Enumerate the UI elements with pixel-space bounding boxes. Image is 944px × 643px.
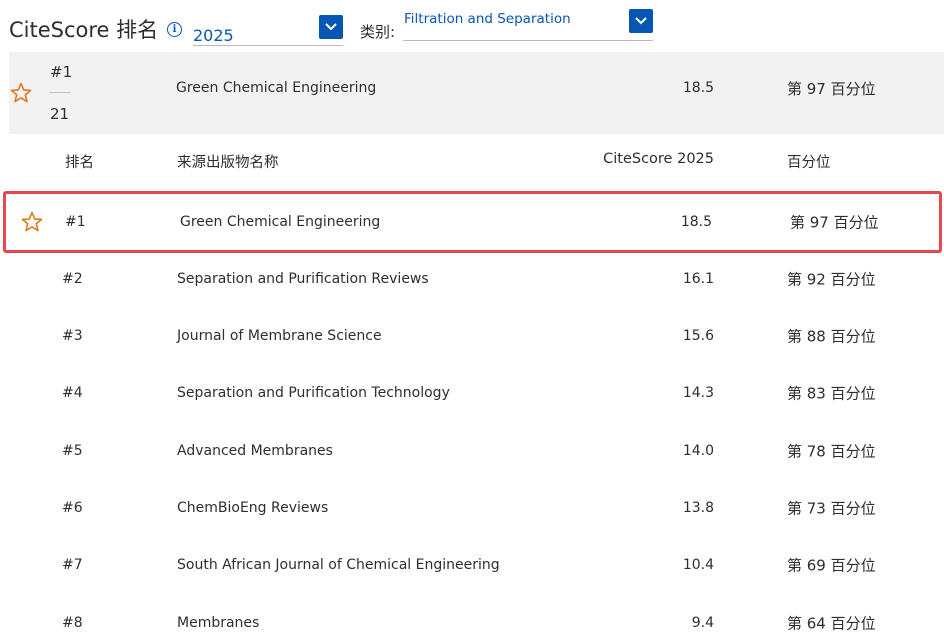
row-percentile: 第 78 百分位 [787,442,876,460]
row-score: 15.6 [682,327,714,344]
row-score: 10.4 [682,556,714,573]
table-row[interactable]: #5 Advanced Membranes 14.0 第 78 百分位 [0,422,944,479]
row-percentile: 第 64 百分位 [787,614,876,632]
row-percentile: 第 97 百分位 [790,213,879,232]
table-row[interactable]: #3 Journal of Membrane Science 15.6 第 88… [0,307,944,364]
summary-percentile: 第 97 百分位 [787,80,876,98]
summary-score: 18.5 [682,80,714,96]
column-header-percentile: 百分位 [787,155,831,171]
table-row[interactable]: #2 Separation and Purification Reviews 1… [0,250,944,307]
row-rank: #5 [62,442,83,459]
row-percentile: 第 83 百分位 [787,384,876,402]
column-header-name: 来源出版物名称 [177,155,279,171]
year-value: 2025 [193,26,234,45]
row-rank: #1 [65,214,86,230]
row-percentile: 第 69 百分位 [787,556,876,574]
row-rank: #6 [62,499,83,516]
star-outline-icon[interactable] [9,81,33,105]
table-row-current[interactable]: #1 Green Chemical Engineering 18.5 第 97 … [3,191,942,253]
summary-total: 21 [50,105,70,123]
category-select[interactable]: Filtration and Separation [403,8,653,41]
page-title: CiteScore 排名 [9,18,159,42]
row-source-name[interactable]: Green Chemical Engineering [180,214,380,230]
column-header-score: CiteScore 2025 [603,151,714,167]
row-rank: #7 [62,556,83,573]
row-rank: #4 [62,384,83,401]
row-source-name[interactable]: Separation and Purification Reviews [177,271,429,287]
column-header-rank: 排名 [65,155,94,171]
citescore-rank-panel: CiteScore 排名 i 2025 类别: Filtration and S… [0,0,944,643]
row-rank: #2 [62,270,83,287]
table-row[interactable]: #6 ChemBioEng Reviews 13.8 第 73 百分位 [0,479,944,536]
year-select[interactable]: 2025 [193,14,343,46]
row-source-name[interactable]: Membranes [177,615,259,631]
table-row[interactable]: #4 Separation and Purification Technolog… [0,364,944,421]
row-source-name[interactable]: Advanced Membranes [177,443,333,459]
category-label: 类别: [360,23,396,41]
row-source-name[interactable]: Journal of Membrane Science [177,328,382,344]
row-percentile: 第 92 百分位 [787,270,876,288]
row-rank: #8 [62,614,83,631]
row-score: 9.4 [691,614,714,631]
row-source-name[interactable]: South African Journal of Chemical Engine… [177,557,500,573]
rank-divider [49,92,71,93]
table-row[interactable]: #7 South African Journal of Chemical Eng… [0,536,944,593]
info-icon[interactable]: i [167,22,182,37]
row-source-name[interactable]: Separation and Purification Technology [177,385,450,401]
summary-rank: #1 [50,63,73,81]
chevron-down-icon[interactable] [319,15,343,39]
summary-source-name: Green Chemical Engineering [176,80,377,96]
row-score: 18.5 [680,214,712,230]
row-percentile: 第 88 百分位 [787,327,876,345]
star-outline-icon[interactable] [20,210,44,234]
table-row[interactable]: #8 Membranes 9.4 第 64 百分位 [0,594,944,643]
current-source-summary: #1 21 Green Chemical Engineering 18.5 第 … [9,52,944,134]
row-score: 14.0 [682,442,714,459]
row-score: 13.8 [682,499,714,516]
row-score: 16.1 [682,270,714,287]
row-percentile: 第 73 百分位 [787,499,876,517]
category-value: Filtration and Separation [404,11,571,27]
chevron-down-icon[interactable] [629,9,653,33]
row-source-name[interactable]: ChemBioEng Reviews [177,500,328,516]
row-score: 14.3 [682,384,714,401]
row-rank: #3 [62,327,83,344]
